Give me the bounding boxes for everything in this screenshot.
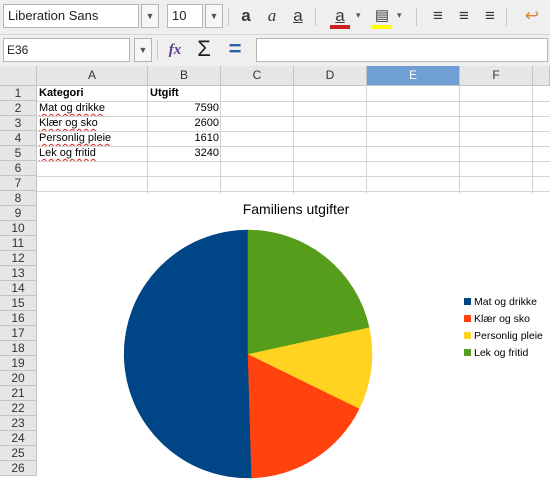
legend-label: Mat og drikke [474,296,537,308]
row-header[interactable]: 21 [0,386,37,401]
row-header[interactable]: 8 [0,191,37,206]
align-center-icon[interactable]: ≡ [454,6,474,26]
category-cell[interactable]: Lek og fritid [39,146,145,161]
bold-shadow-icon[interactable]: a [236,6,256,26]
row-header[interactable]: 5 [0,146,37,161]
legend-swatch [464,315,471,322]
pie-slice-mat-og-drikke[interactable] [123,229,252,479]
font-size-dropdown[interactable]: ▼ [205,4,223,28]
amount-cell[interactable]: 1610 [150,131,219,146]
row-header[interactable]: 19 [0,356,37,371]
highlight-dropdown-icon[interactable]: ▾ [397,10,402,21]
row-header[interactable]: 4 [0,131,37,146]
header-utgift-text: Utgift [150,87,179,99]
header-kategori-text: Kategori [39,87,84,99]
formula-input[interactable] [256,38,548,62]
font-name-dropdown[interactable]: ▼ [141,4,159,28]
legend-swatch [464,332,471,339]
amount-cell[interactable]: 7590 [150,101,219,116]
column-header-e[interactable]: E [367,66,460,86]
toolbar-separator [416,8,417,26]
row-header[interactable]: 23 [0,416,37,431]
row-header[interactable]: 1 [0,86,37,101]
row-header[interactable]: 3 [0,116,37,131]
row-header[interactable]: 22 [0,401,37,416]
column-header-f[interactable]: F [460,66,533,86]
row-header[interactable]: 25 [0,446,37,461]
sum-icon[interactable]: Σ [193,37,215,61]
column-header-c[interactable]: C [221,66,294,86]
chart-title: Familiens utgifter [243,201,350,217]
pie-chart[interactable]: Familiens utgifter Mat og drikke Klær og … [38,194,550,486]
font-color-swatch [330,25,350,29]
highlight-icon[interactable]: ▤ [372,6,392,26]
toolbar-separator [157,41,158,59]
select-all-corner[interactable] [0,66,37,86]
function-wizard-icon[interactable]: fx [164,39,186,61]
legend-label: Personlig pleie [474,330,543,342]
row-header[interactable]: 14 [0,281,37,296]
category-cell[interactable]: Klær og sko [39,116,145,131]
amount-cell[interactable]: 3240 [150,146,219,161]
row-header[interactable]: 9 [0,206,37,221]
row-header[interactable]: 17 [0,326,37,341]
row-header[interactable]: 6 [0,161,37,176]
align-right-icon[interactable]: ≡ [480,6,500,26]
category-text: Mat og drikke [39,102,106,114]
italic-icon[interactable]: a [262,6,282,26]
formula-icon[interactable]: = [224,37,246,61]
row-header[interactable]: 24 [0,431,37,446]
legend-swatch [464,298,471,305]
toolbar-separator [315,8,316,26]
toolbar-separator [506,8,507,26]
category-cell[interactable]: Personlig pleie [39,131,145,146]
row-header[interactable]: 12 [0,251,37,266]
row-header[interactable]: 26 [0,461,37,476]
underline-icon[interactable]: a [288,6,308,26]
font-size-box[interactable]: 10 [167,4,203,28]
row-header[interactable]: 18 [0,341,37,356]
row-header[interactable]: 20 [0,371,37,386]
highlight-color-swatch [372,25,392,29]
row-header[interactable]: 11 [0,236,37,251]
name-box-dropdown[interactable]: ▼ [134,38,152,62]
category-cell[interactable]: Mat og drikke [39,101,145,116]
row-header[interactable]: 13 [0,266,37,281]
wrap-text-icon[interactable]: ↩ [522,6,542,26]
row-header[interactable]: 15 [0,296,37,311]
toolbar-separator [228,8,229,26]
category-text: Lek og fritid [39,147,96,159]
column-header-a[interactable]: A [37,66,148,86]
row-header[interactable]: 7 [0,176,37,191]
header-cell-utgift[interactable]: Utgift [150,86,219,101]
column-header-g[interactable] [533,66,550,86]
category-text: Personlig pleie [39,132,112,144]
font-color-icon[interactable]: a [330,6,350,26]
formatting-toolbar: Liberation Sans ▼ 10 ▼ a a a a ▾ ▤ ▾ ≡ ≡… [0,0,550,35]
align-left-icon[interactable]: ≡ [428,6,448,26]
header-cell-kategori[interactable]: Kategori [39,86,145,101]
row-header[interactable]: 2 [0,101,37,116]
column-header-b[interactable]: B [148,66,221,86]
column-header-d[interactable]: D [294,66,367,86]
font-name-box[interactable]: Liberation Sans [3,4,139,28]
row-header[interactable]: 10 [0,221,37,236]
name-box[interactable]: E36 [3,38,130,62]
category-text: Klær og sko [39,117,98,129]
font-color-dropdown-icon[interactable]: ▾ [356,10,361,21]
row-header[interactable]: 16 [0,311,37,326]
legend-label: Klær og sko [474,313,530,325]
pie-chart-svg: Familiens utgifter Mat og drikke Klær og … [123,201,543,479]
formula-bar: E36 ▼ fx Σ = [0,35,550,67]
legend-swatch [464,349,471,356]
legend-label: Lek og fritid [474,347,528,359]
amount-cell[interactable]: 2600 [150,116,219,131]
